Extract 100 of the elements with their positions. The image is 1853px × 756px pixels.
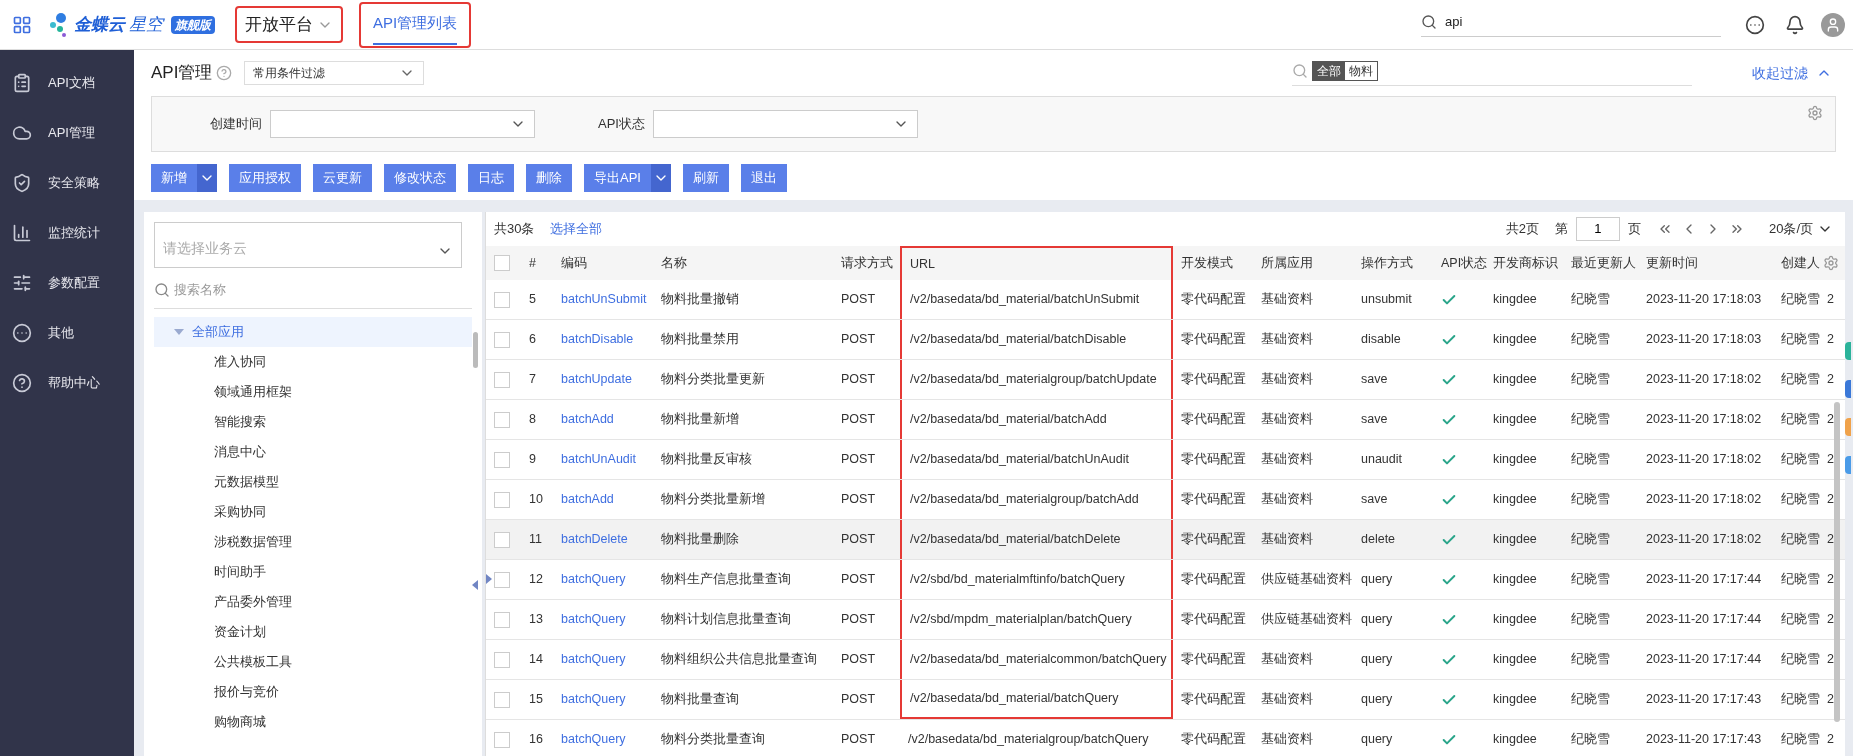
toolbar-button[interactable]: 删除 [526,164,572,192]
table-cell-text: kingdee [1493,611,1537,629]
scrollbar-thumb[interactable] [473,332,478,368]
collapse-left-icon[interactable] [472,580,478,590]
table-row[interactable]: 14 batchQuery 物料组织公共信息批量查询 POST /v2/basedata/bd_materialcommon/batchQuery 零代码配置 基础资料 query kingdee 纪晓雪 2023-11-20 17:17:44 纪晓雪 2 [486,640,1845,680]
tree-node[interactable]: 全部应用 [154,316,472,347]
dropdown-button[interactable] [650,164,671,192]
tree-node[interactable]: 报价与竞价 [154,676,472,707]
sidebar-item[interactable]: API管理 [0,108,134,158]
toolbar-button[interactable]: 导出API [584,164,651,192]
table-row[interactable]: 5 batchUnSubmit 物料批量撤销 POST /v2/basedata/bd_material/batchUnSubmit 零代码配置 基础资料 unsubmit kingdee 纪晓雪 2023-11-20 17:18:03 纪晓雪 2 [486,280,1845,320]
api-code-link[interactable]: batchAdd [561,490,614,509]
toolbar-button[interactable]: 退出 [740,164,787,192]
more-icon[interactable] [1745,14,1765,35]
api-code-link[interactable]: batchQuery [561,650,626,669]
toolbar-button[interactable]: 修改状态 [384,164,456,192]
scheme-dropdown[interactable]: 常用条件过滤 [244,61,425,85]
table-cell-text: kingdee [1493,731,1537,749]
toolbar-button[interactable]: 刷新 [682,164,729,192]
table-cell-text: POST [841,451,876,469]
page-size-select[interactable]: 20条/页 [1768,219,1833,239]
header-checkbox[interactable] [494,255,510,271]
row-checkbox[interactable] [494,371,510,388]
tree-node[interactable]: 资金计划 [154,616,472,647]
api-code-link[interactable]: batchQuery [561,610,626,629]
bell-icon[interactable] [1785,14,1805,35]
column-header: 名称 [660,254,688,272]
toolbar-button[interactable]: 应用授权 [229,164,301,192]
api-code-link[interactable]: batchQuery [561,690,626,709]
row-checkbox[interactable] [494,531,510,548]
tree-node[interactable]: 时间助手 [154,556,472,587]
table-row[interactable]: 6 batchDisable 物料批量禁用 POST /v2/basedata/bd_material/batchDisable 零代码配置 基础资料 disable kingdee 纪晓雪 2023-11-20 17:18:03 纪晓雪 2 [486,320,1845,360]
column-settings-icon[interactable] [1823,255,1839,271]
global-search-field[interactable]: api [1421,12,1721,37]
tab[interactable]: API管理列表 [359,1,472,48]
row-checkbox[interactable] [494,451,510,468]
tree-node[interactable]: 智能搜索 [154,406,472,437]
tree-node[interactable]: 产品委外管理 [154,586,472,617]
collapse-filter-link[interactable]: 收起过滤 [1752,62,1832,84]
table-cell-text: 纪晓雪 [1781,611,1820,629]
side-tab[interactable] [1845,418,1851,436]
dropdown-button[interactable] [197,164,217,192]
api-code-link[interactable]: batchUnAudit [561,450,637,469]
sidebar-item[interactable]: 其他 [0,308,134,358]
row-checkbox[interactable] [494,491,510,508]
filter-select[interactable] [653,110,918,138]
toolbar-button[interactable]: 日志 [468,164,514,192]
row-checkbox[interactable] [494,571,510,588]
row-checkbox[interactable] [494,691,510,708]
side-tab[interactable] [1845,380,1851,398]
tree-node[interactable]: 公共模板工具 [154,646,472,677]
scrollbar-thumb[interactable] [1834,402,1840,722]
app-grid-icon[interactable] [12,14,32,35]
tree-node[interactable]: 购物商城 [154,706,472,737]
tree-node[interactable]: 准入协同 [154,346,472,377]
tree-node[interactable]: 领域通用框架 [154,376,472,407]
api-code-link[interactable]: batchQuery [561,730,626,749]
tree-node[interactable]: 消息中心 [154,436,472,467]
table-row[interactable]: 11 batchDelete 物料批量删除 POST /v2/basedata/bd_material/batchDelete 零代码配置 基础资料 delete kingdee 纪晓雪 2023-11-20 17:18:02 纪晓雪 2 [486,520,1845,560]
row-checkbox[interactable] [494,291,510,308]
toolbar-button[interactable]: 云更新 [313,164,372,192]
avatar[interactable] [1821,12,1845,37]
settings-icon[interactable] [1807,105,1823,121]
sidebar-item[interactable]: 参数配置 [0,258,134,308]
api-code-link[interactable]: batchAdd [561,410,614,429]
api-code-link[interactable]: batchUpdate [561,370,632,389]
help-icon[interactable] [216,65,233,81]
table-row[interactable]: 13 batchQuery 物料计划信息批量查询 POST /v2/sbd/mpdm_materialplan/batchQuery 零代码配置 供应链基础资料 query kingdee 纪晓雪 2023-11-20 17:17:44 纪晓雪 2 [486,600,1845,640]
table-row[interactable]: 15 batchQuery 物料批量查询 POST /v2/basedata/bd_material/batchQuery 零代码配置 基础资料 query kingdee 纪晓雪 2023-11-20 17:17:43 纪晓雪 2 [486,680,1845,720]
api-code-link[interactable]: batchUnSubmit [561,290,647,309]
side-tab[interactable] [1845,456,1851,474]
tree-node[interactable]: 采购协同 [154,496,472,527]
row-checkbox[interactable] [494,611,510,628]
select-all-link[interactable]: 选择全部 [550,219,603,239]
platform-title[interactable]: 开放平台 [235,5,343,44]
page-input[interactable]: 1 [1575,217,1620,241]
filter-select[interactable] [270,110,535,138]
api-code-link[interactable]: batchDisable [561,330,634,349]
table-cell-text: 供应链基础资料 [1261,611,1352,629]
row-checkbox[interactable] [494,411,510,428]
tree-node[interactable]: 涉税数据管理 [154,526,472,557]
api-code-link[interactable]: batchQuery [561,570,626,589]
table-row[interactable]: 9 batchUnAudit 物料批量反审核 POST /v2/basedata/bd_material/batchUnAudit 零代码配置 基础资料 unaudit kingdee 纪晓雪 2023-11-20 17:18:02 纪晓雪 2 [486,440,1845,480]
table-row[interactable]: 12 batchQuery 物料生产信息批量查询 POST /v2/sbd/bd_materialmftinfo/batchQuery 零代码配置 供应链基础资料 query kingdee 纪晓雪 2023-11-20 17:17:44 纪晓雪 2 [486,560,1845,600]
side-tab[interactable] [1845,342,1851,360]
toolbar-button[interactable]: 新增 [151,164,197,192]
table-row[interactable]: 7 batchUpdate 物料分类批量更新 POST /v2/basedata/bd_materialgroup/batchUpdate 零代码配置 基础资料 save kingdee 纪晓雪 2023-11-20 17:18:02 纪晓雪 2 [486,360,1845,400]
api-code-link[interactable]: batchDelete [561,530,628,549]
row-checkbox[interactable] [494,331,510,348]
table-row[interactable]: 8 batchAdd 物料批量新增 POST /v2/basedata/bd_material/batchAdd 零代码配置 基础资料 save kingdee 纪晓雪 2023-11-20 17:18:02 纪晓雪 2 [486,400,1845,440]
table-cell-text: 纪晓雪 [1781,571,1820,589]
sidebar-item[interactable]: 帮助中心 [0,358,134,408]
table-row[interactable]: 10 batchAdd 物料分类批量新增 POST /v2/basedata/bd_materialgroup/batchAdd 零代码配置 基础资料 save kingdee 纪晓雪 2023-11-20 17:18:02 纪晓雪 2 [486,480,1845,520]
sidebar-item[interactable]: API文档 [0,58,134,108]
sidebar-item[interactable]: 安全策略 [0,158,134,208]
row-checkbox[interactable] [494,651,510,668]
tree-node[interactable]: 元数据模型 [154,466,472,497]
sidebar-item[interactable]: 监控统计 [0,208,134,258]
table-cell-text: kingdee [1493,571,1537,589]
row-checkbox[interactable] [494,731,510,748]
